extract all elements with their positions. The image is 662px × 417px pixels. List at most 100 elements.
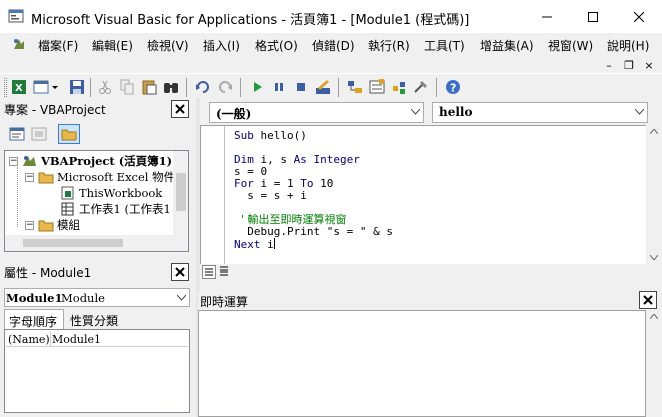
close-icon bbox=[643, 295, 653, 305]
menu-window[interactable]: 視窗(W) bbox=[548, 37, 593, 54]
toolbar-separator bbox=[338, 78, 339, 97]
code-margin[interactable] bbox=[201, 126, 225, 265]
close-button[interactable] bbox=[616, 0, 662, 33]
project-panel-titlebar: 專案 - VBAProject bbox=[0, 98, 196, 118]
copy-button[interactable] bbox=[118, 78, 136, 96]
menu-view[interactable]: 檢視(V) bbox=[147, 37, 189, 54]
save-button[interactable] bbox=[68, 78, 86, 96]
chevron-up-icon[interactable] bbox=[650, 314, 658, 319]
project-panel-close-button[interactable] bbox=[171, 100, 189, 118]
tree-node-excel-objects[interactable]: − Microsoft Excel 物件 bbox=[25, 169, 175, 185]
view-excel-button[interactable]: X bbox=[10, 78, 28, 96]
cut-button[interactable] bbox=[96, 78, 114, 96]
toggle-folders-button[interactable] bbox=[58, 124, 80, 144]
insert-module-button[interactable] bbox=[32, 78, 60, 96]
properties-button[interactable] bbox=[368, 78, 386, 96]
mdi-close-button[interactable]: × bbox=[642, 58, 656, 72]
menu-help[interactable]: 說明(H) bbox=[607, 37, 649, 54]
collapse-icon[interactable]: − bbox=[25, 220, 34, 230]
close-icon bbox=[175, 267, 185, 277]
chevron-down-icon bbox=[411, 109, 420, 115]
keyword: Sub bbox=[234, 129, 254, 142]
properties-panel-close-button[interactable] bbox=[171, 263, 189, 281]
tree-node-modules[interactable]: − 模組 bbox=[25, 217, 80, 233]
toolbar-separator bbox=[186, 78, 187, 97]
tree-node-label: Microsoft Excel 物件 bbox=[57, 170, 176, 184]
undo-button[interactable] bbox=[194, 78, 212, 96]
scroll-thumb[interactable] bbox=[176, 173, 186, 211]
tab-alphabetic[interactable]: 字母順序 bbox=[4, 309, 64, 330]
procedure-combo-value: hello bbox=[439, 105, 473, 119]
code-line: Next i bbox=[234, 238, 275, 251]
worksheet-icon bbox=[61, 202, 74, 216]
minimize-button[interactable] bbox=[524, 0, 570, 33]
property-row[interactable]: (Name) Module1 bbox=[6, 331, 188, 347]
collapse-icon[interactable]: − bbox=[9, 156, 18, 166]
help-button[interactable]: ? bbox=[444, 78, 462, 96]
project-explorer-icon bbox=[348, 81, 362, 93]
chevron-up-icon[interactable] bbox=[650, 129, 658, 134]
collapse-icon[interactable]: − bbox=[25, 172, 34, 182]
mdi-restore-button[interactable]: ❐ bbox=[622, 58, 636, 72]
code-editor[interactable]: Sub hello() Dim i, s As Integer s = 0 Fo… bbox=[200, 125, 646, 265]
project-tree-hscroll[interactable] bbox=[5, 235, 188, 251]
menu-tools[interactable]: 工具(T) bbox=[424, 37, 465, 54]
toolbar-grip[interactable] bbox=[4, 78, 7, 97]
menu-format[interactable]: 格式(O) bbox=[255, 37, 298, 54]
view-code-icon bbox=[9, 127, 25, 141]
find-icon bbox=[164, 83, 178, 93]
save-icon bbox=[70, 80, 84, 94]
maximize-button[interactable] bbox=[570, 0, 616, 33]
procedure-view-button[interactable] bbox=[202, 265, 216, 279]
object-selector[interactable]: Module1 Module bbox=[4, 288, 190, 307]
close-icon bbox=[175, 104, 185, 114]
toolbar-separator bbox=[436, 78, 437, 97]
code-hscroll[interactable] bbox=[236, 264, 646, 280]
run-button[interactable] bbox=[248, 78, 266, 96]
design-mode-button[interactable] bbox=[314, 78, 332, 96]
toolbox-button[interactable] bbox=[412, 78, 430, 96]
object-browser-button[interactable] bbox=[390, 78, 408, 96]
text-cursor bbox=[273, 238, 275, 249]
break-button[interactable] bbox=[270, 78, 288, 96]
redo-button[interactable] bbox=[216, 78, 234, 96]
properties-icon bbox=[369, 79, 385, 94]
scroll-thumb[interactable] bbox=[23, 239, 123, 247]
reset-button[interactable] bbox=[292, 78, 310, 96]
paste-button[interactable] bbox=[140, 78, 158, 96]
object-combo[interactable]: (一般) bbox=[209, 102, 424, 123]
procedure-combo[interactable]: hello bbox=[432, 102, 648, 123]
vbaproject-icon bbox=[23, 156, 36, 166]
menu-file[interactable]: 檔案(F) bbox=[38, 37, 78, 54]
full-module-view-button[interactable] bbox=[218, 265, 232, 279]
tree-node-vbaproject[interactable]: − VBAProject (活頁簿1) bbox=[9, 153, 172, 169]
keyword: Next bbox=[234, 238, 261, 251]
code-line: Sub hello() bbox=[234, 129, 307, 142]
immediate-window-close-button[interactable] bbox=[639, 291, 657, 309]
view-excel-icon: X bbox=[12, 80, 26, 94]
view-code-button[interactable] bbox=[8, 125, 26, 143]
tab-categorized[interactable]: 性質分類 bbox=[66, 309, 130, 330]
immediate-vscroll[interactable] bbox=[646, 310, 662, 417]
tree-node-sheet1[interactable]: 工作表1 (工作表1 bbox=[61, 201, 171, 217]
project-explorer-button[interactable] bbox=[346, 78, 364, 96]
view-object-button[interactable] bbox=[30, 125, 48, 143]
menu-run[interactable]: 執行(R) bbox=[368, 37, 410, 54]
menu-insert[interactable]: 插入(I) bbox=[203, 37, 240, 54]
chevron-down-icon[interactable] bbox=[650, 255, 658, 260]
code-line: Debug.Print "s = " & s bbox=[234, 225, 393, 238]
folder-icon bbox=[61, 129, 77, 141]
horizontal-splitter[interactable] bbox=[200, 282, 662, 288]
code-vscroll[interactable] bbox=[646, 125, 662, 264]
mdi-minimize-button[interactable]: – bbox=[602, 58, 616, 72]
menu-addins[interactable]: 增益集(A) bbox=[480, 37, 534, 54]
menu-debug[interactable]: 偵錯(D) bbox=[312, 37, 355, 54]
menu-edit[interactable]: 編輯(E) bbox=[92, 37, 133, 54]
mdi-controls: – ❐ × bbox=[600, 54, 662, 72]
immediate-window-editor[interactable] bbox=[198, 310, 646, 417]
vba-app-icon bbox=[8, 9, 24, 23]
project-tree-vscroll[interactable] bbox=[173, 151, 188, 235]
find-button[interactable] bbox=[162, 78, 180, 96]
vba-menu-icon[interactable] bbox=[12, 37, 26, 51]
tree-node-thisworkbook[interactable]: ThisWorkbook bbox=[61, 185, 162, 201]
